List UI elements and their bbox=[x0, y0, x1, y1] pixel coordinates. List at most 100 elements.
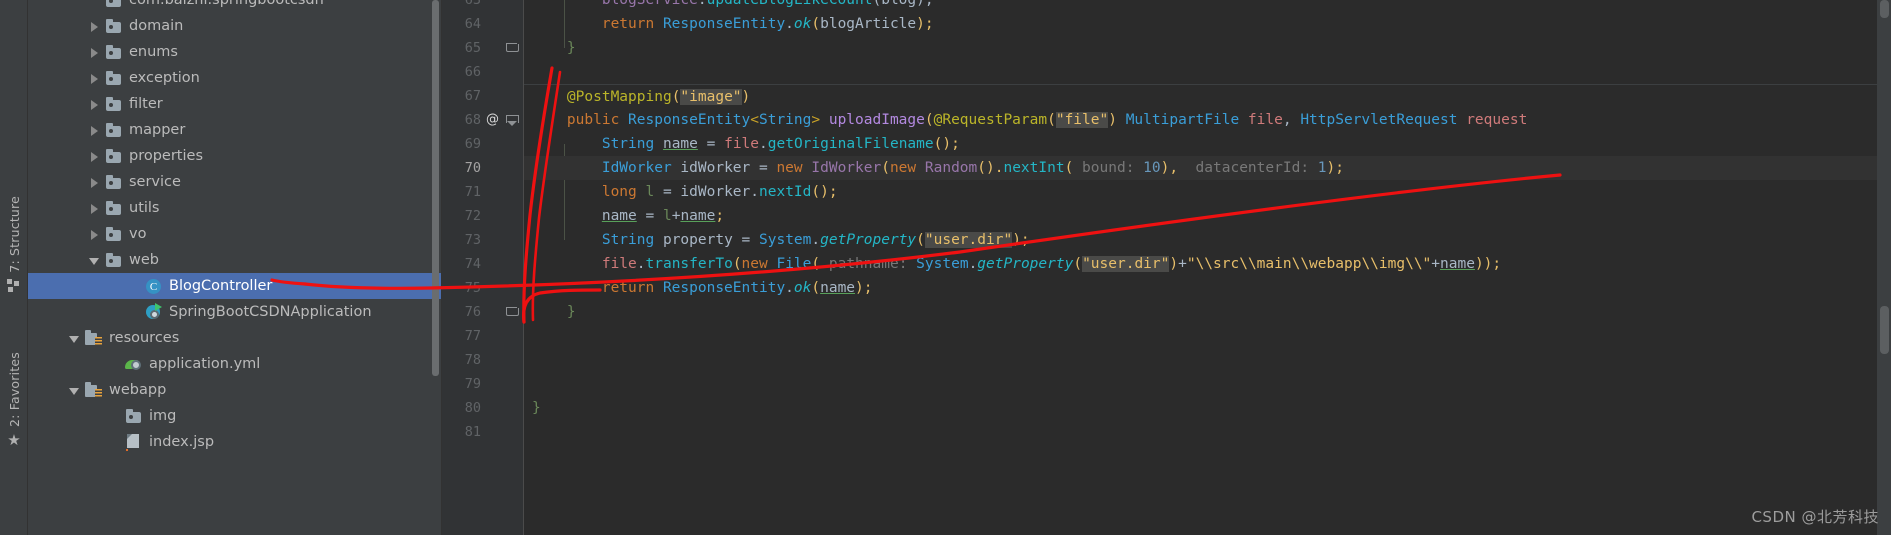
code-line[interactable]: file.transferTo(new File( pathname: Syst… bbox=[524, 252, 1891, 276]
line-number[interactable]: 70 bbox=[442, 156, 523, 180]
project-tree-panel[interactable]: com.baizhi.springbootcsdn domain enums exce… bbox=[28, 0, 442, 535]
line-number[interactable]: 72 bbox=[442, 204, 523, 228]
code-token: blogArticle bbox=[820, 16, 917, 32]
line-number[interactable]: 71 bbox=[442, 180, 523, 204]
fold-end-icon[interactable] bbox=[506, 42, 519, 54]
line-number[interactable]: 63 bbox=[442, 0, 523, 12]
tree-item-label: exception bbox=[129, 69, 200, 86]
chevron-right-icon[interactable] bbox=[88, 150, 101, 163]
code-token: ); bbox=[855, 280, 873, 296]
chevron-right-icon[interactable] bbox=[88, 20, 101, 33]
code-token: new bbox=[776, 160, 812, 176]
tree-item[interactable]: img bbox=[28, 403, 441, 429]
code-token: ( bbox=[924, 112, 934, 128]
line-number[interactable]: 68 @ bbox=[442, 108, 523, 132]
code-line[interactable] bbox=[524, 372, 1891, 396]
line-number[interactable]: 79 bbox=[442, 372, 523, 396]
fold-collapse-icon[interactable] bbox=[506, 114, 519, 126]
chevron-right-icon[interactable] bbox=[88, 72, 101, 85]
code-token: name bbox=[820, 280, 856, 296]
code-token: . bbox=[785, 16, 794, 32]
chevron-down-icon[interactable] bbox=[68, 332, 81, 345]
line-number[interactable]: 73 bbox=[442, 228, 523, 252]
tree-item[interactable]: web bbox=[28, 247, 441, 273]
folder-icon bbox=[105, 0, 123, 8]
tree-item[interactable]: service bbox=[28, 169, 441, 195]
code-line[interactable]: public ResponseEntity<String> uploadImag… bbox=[524, 108, 1891, 132]
chevron-right-icon[interactable] bbox=[88, 228, 101, 241]
code-token: . bbox=[636, 256, 646, 272]
code-line[interactable]: return ResponseEntity.ok(blogArticle); bbox=[524, 12, 1891, 36]
annotation-gutter-icon[interactable]: @ bbox=[486, 108, 499, 132]
code-line[interactable]: } bbox=[524, 396, 1891, 420]
code-token: ) bbox=[741, 89, 751, 105]
code-line[interactable] bbox=[524, 324, 1891, 348]
code-editor[interactable]: 63 64 65 66 67 68 @69 70 71 72 73 74 75 76 77 78 79 80 81 … bbox=[442, 0, 1891, 535]
code-token: name bbox=[662, 136, 698, 152]
code-line[interactable]: } bbox=[524, 36, 1891, 60]
project-tree-scrollbar[interactable] bbox=[432, 0, 439, 376]
tree-item[interactable]: vo bbox=[28, 221, 441, 247]
chevron-right-icon[interactable] bbox=[88, 124, 101, 137]
code-line[interactable]: String property = System.getProperty("us… bbox=[524, 228, 1891, 252]
code-text-area[interactable]: blogService.updateBlogLikeCount(blog); r… bbox=[524, 0, 1891, 535]
fold-end-icon[interactable] bbox=[506, 306, 519, 318]
chevron-right-icon[interactable] bbox=[88, 176, 101, 189]
chevron-right-icon[interactable] bbox=[88, 46, 101, 59]
line-number[interactable]: 64 bbox=[442, 12, 523, 36]
tree-item[interactable]: mapper bbox=[28, 117, 441, 143]
code-line[interactable] bbox=[524, 420, 1891, 444]
tree-item-selected[interactable]: C BlogController bbox=[28, 273, 441, 299]
chevron-down-icon[interactable] bbox=[88, 254, 101, 267]
code-line[interactable]: blogService.updateBlogLikeCount(blog); bbox=[524, 0, 1891, 12]
editor-scrollbar[interactable] bbox=[1877, 0, 1891, 535]
editor-scrollbar-thumb[interactable] bbox=[1880, 0, 1889, 18]
code-line[interactable]: return ResponseEntity.ok(name); bbox=[524, 276, 1891, 300]
line-number[interactable]: 78 bbox=[442, 348, 523, 372]
tree-item[interactable]: utils bbox=[28, 195, 441, 221]
chevron-right-icon[interactable] bbox=[88, 98, 101, 111]
code-line[interactable]: } bbox=[524, 300, 1891, 324]
code-line[interactable]: name = l+name; bbox=[524, 204, 1891, 228]
tree-item[interactable]: SpringBootCSDNApplication bbox=[28, 299, 441, 325]
tool-button-structure[interactable]: 7: Structure bbox=[0, 196, 28, 297]
tree-item[interactable]: enums bbox=[28, 39, 441, 65]
editor-scrollbar-thumb-2[interactable] bbox=[1880, 306, 1889, 354]
code-line[interactable]: long l = idWorker.nextId(); bbox=[524, 180, 1891, 204]
tree-item[interactable]: exception bbox=[28, 65, 441, 91]
editor-gutter[interactable]: 63 64 65 66 67 68 @69 70 71 72 73 74 75 76 77 78 79 80 81 bbox=[442, 0, 524, 535]
tree-item[interactable]: webapp bbox=[28, 377, 441, 403]
line-number[interactable]: 81 bbox=[442, 420, 523, 444]
code-line[interactable] bbox=[524, 60, 1891, 84]
folder-icon bbox=[105, 96, 123, 112]
code-line[interactable] bbox=[524, 348, 1891, 372]
tree-item[interactable]: com.baizhi.springbootcsdn bbox=[28, 0, 441, 13]
tree-item[interactable]: domain bbox=[28, 13, 441, 39]
code-line[interactable]: IdWorker idWorker = new IdWorker(new Ran… bbox=[524, 156, 1891, 180]
tree-item[interactable]: properties bbox=[28, 143, 441, 169]
tree-item[interactable]: index.jsp bbox=[28, 429, 441, 455]
line-number[interactable]: 80 bbox=[442, 396, 523, 420]
tree-item[interactable]: resources bbox=[28, 325, 441, 351]
tree-item[interactable]: application.yml bbox=[28, 351, 441, 377]
chevron-down-icon[interactable] bbox=[68, 384, 81, 397]
code-token: return bbox=[601, 16, 663, 32]
line-number[interactable]: 67 bbox=[442, 84, 523, 108]
chevron-right-icon[interactable] bbox=[88, 202, 101, 215]
code-line[interactable]: String name = file.getOriginalFilename()… bbox=[524, 132, 1891, 156]
line-number[interactable]: 77 bbox=[442, 324, 523, 348]
line-number[interactable]: 75 bbox=[442, 276, 523, 300]
line-number[interactable]: 76 bbox=[442, 300, 523, 324]
code-line[interactable]: @PostMapping("image") bbox=[524, 84, 1891, 108]
tool-button-favorites[interactable]: 2: Favorites ★ bbox=[0, 352, 28, 452]
code-token: 10 bbox=[1143, 160, 1161, 176]
code-token: getOriginalFilename bbox=[767, 136, 934, 152]
line-number[interactable]: 65 bbox=[442, 36, 523, 60]
line-number[interactable]: 66 bbox=[442, 60, 523, 84]
line-number[interactable]: 74 bbox=[442, 252, 523, 276]
tree-item[interactable]: filter bbox=[28, 91, 441, 117]
code-token: transferTo bbox=[645, 256, 733, 272]
line-number[interactable]: 69 bbox=[442, 132, 523, 156]
srcfolder-icon bbox=[85, 382, 103, 398]
